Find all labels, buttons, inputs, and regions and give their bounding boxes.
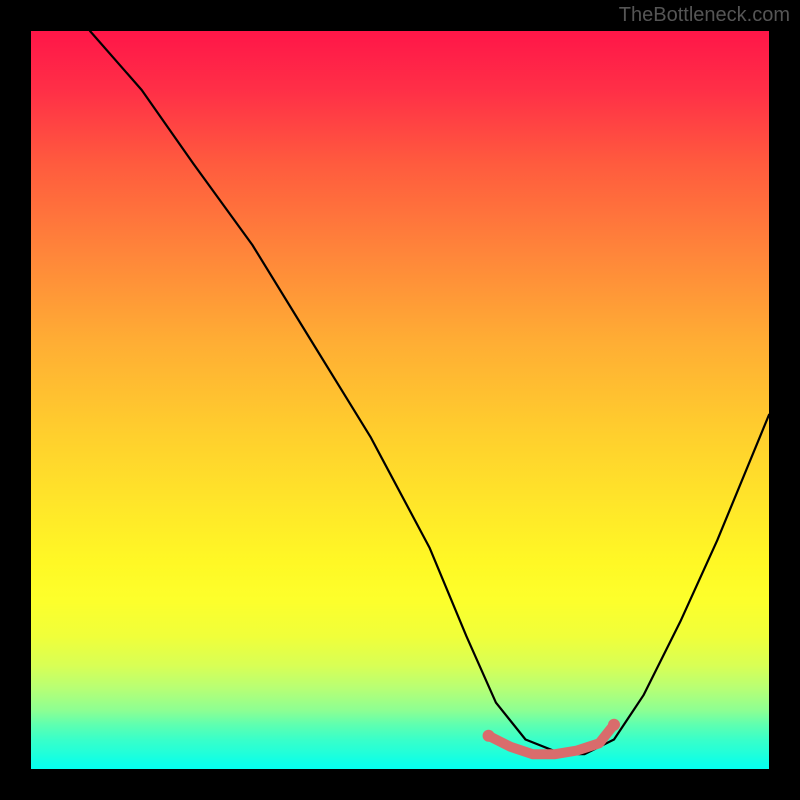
optimal-segment bbox=[489, 725, 614, 755]
optimal-end-dot bbox=[608, 719, 620, 731]
plot-area bbox=[31, 31, 769, 769]
bottleneck-curve bbox=[90, 31, 769, 754]
chart-container: TheBottleneck.com bbox=[0, 0, 800, 800]
optimal-start-dot bbox=[483, 730, 495, 742]
watermark-text: TheBottleneck.com bbox=[619, 4, 790, 27]
curve-overlay bbox=[31, 31, 769, 769]
